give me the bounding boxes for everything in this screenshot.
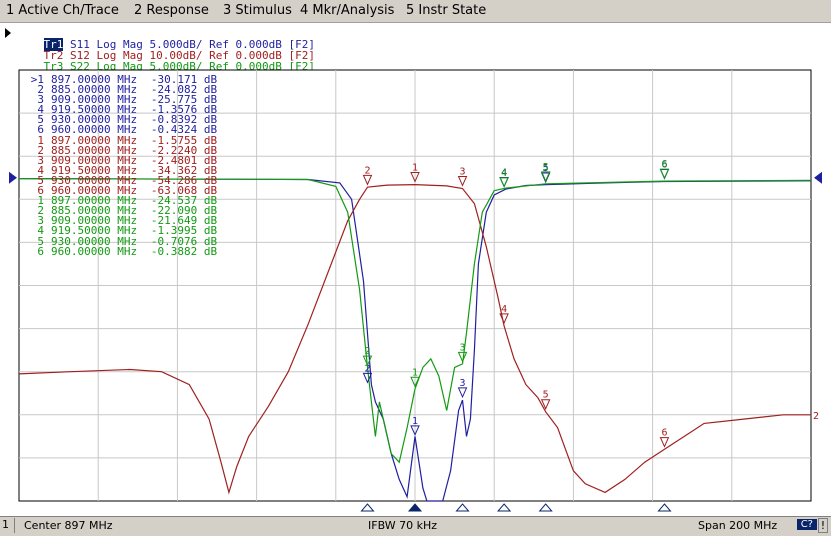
marker-label: 2 [364,165,370,176]
center-frequency[interactable]: Center 897 MHz [24,519,113,532]
marker-table: >1 897.00000 MHz -30.171 dB 2 885.00000 MHz -… [24,74,218,258]
marker-id: 6 [37,244,44,258]
marker-label: 1 [412,163,418,174]
stimulus-marker-icon[interactable] [455,503,470,512]
marker-label: 3 [460,342,466,353]
reference-level-arrow-right-icon[interactable] [814,171,822,184]
marker-label: 4 [501,304,507,315]
marker-label: 3 [460,166,466,177]
menu-mkr-analysis[interactable]: 4 Mkr/Analysis [300,3,394,18]
reference-level-arrow-left-icon[interactable] [9,171,17,184]
ifbw[interactable]: IFBW 70 kHz [368,519,437,532]
menu-instr-state[interactable]: 5 Instr State [406,3,486,18]
menu-active-ch-trace[interactable]: 1 Active Ch/Trace [6,3,119,18]
span[interactable]: Span 200 MHz [698,519,777,532]
menu-bar: 1 Active Ch/Trace 2 Response 3 Stimulus … [0,0,831,23]
marker-frequency: 960.00000 MHz [51,244,138,258]
stimulus-marker-icon[interactable] [407,503,423,512]
status-bar: 1 Center 897 MHz IFBW 70 kHz Span 200 MH… [0,516,831,536]
marker-label: 1 [412,367,418,378]
channel-window: Tr1 S11 Log Mag 5.000dB/ Ref 0.000dB [F2… [0,23,831,516]
calibration-status[interactable]: C? [796,519,817,530]
channel-number[interactable]: 1 [2,518,15,533]
marker-label: 6 [661,159,667,170]
trace-end-label: 2 [813,411,819,422]
menu-stimulus[interactable]: 3 Stimulus [223,3,292,18]
stimulus-marker-icon[interactable] [497,503,512,512]
stimulus-marker-icon[interactable] [538,503,553,512]
marker-label: 6 [661,428,667,439]
marker-label: 5 [543,162,549,173]
stimulus-marker-icon[interactable] [360,503,375,512]
menu-response[interactable]: 2 Response [134,3,209,18]
stimulus-marker-icon[interactable] [657,503,672,512]
marker-row: 6 960.00000 MHz -0.3882 dB [24,244,218,258]
marker-label: 2 [364,346,370,357]
alert-indicator[interactable]: ! [818,518,828,533]
marker-label: 5 [543,390,549,401]
marker-value: -0.3882 dB [150,244,218,258]
marker-label: 4 [501,168,507,179]
marker-label: 3 [460,378,466,389]
marker-label: 1 [412,416,418,427]
